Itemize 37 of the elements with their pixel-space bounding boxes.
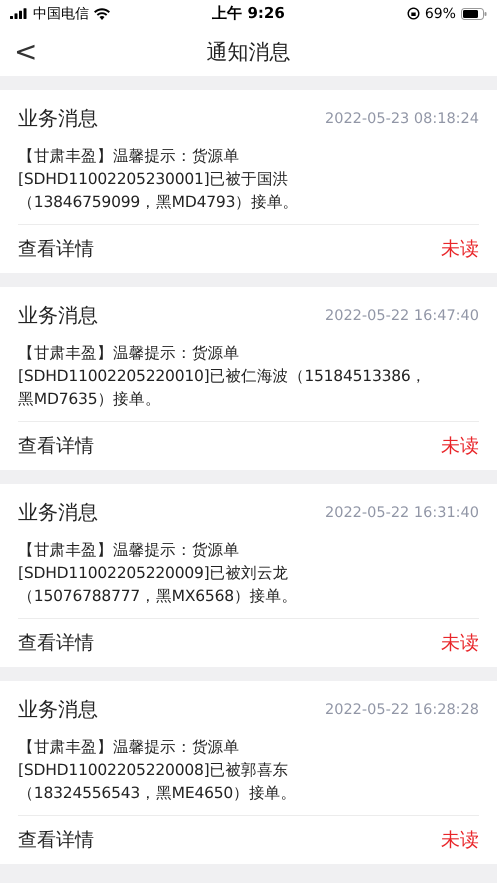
read-status: 未读 bbox=[441, 631, 479, 656]
message-category: 业务消息 bbox=[18, 105, 98, 132]
message-time: 2022-05-23 08:18:24 bbox=[325, 110, 479, 126]
message-time: 2022-05-22 16:47:40 bbox=[325, 308, 479, 324]
message-text: 【甘肃丰盈】温馨提示：货源单 bbox=[18, 737, 240, 758]
message-text: [SDHD11002205220010]已被仁海波（15184513386， bbox=[18, 366, 428, 387]
details-link[interactable]: 查看详情 bbox=[18, 630, 94, 656]
message-text: （13846759099，黑MD4793）接单。 bbox=[18, 192, 300, 213]
message-text: [SDHD11002205220008]已被郭喜东 bbox=[18, 760, 290, 781]
message-text: 【甘肃丰盈】温馨提示：货源单 bbox=[18, 343, 240, 364]
battery-icon bbox=[460, 8, 487, 20]
clock-time: 上午 9:26 bbox=[212, 4, 285, 23]
wifi-icon bbox=[94, 8, 110, 20]
carrier-name: 中国电信 bbox=[33, 4, 89, 22]
read-status: 未读 bbox=[441, 828, 479, 853]
page-title: 通知消息 bbox=[206, 38, 290, 66]
details-link[interactable]: 查看详情 bbox=[18, 236, 94, 262]
message-category: 业务消息 bbox=[18, 302, 98, 329]
signal-icon bbox=[10, 8, 28, 19]
details-link[interactable]: 查看详情 bbox=[18, 433, 94, 459]
battery-percent: 69% bbox=[424, 6, 456, 22]
message-text: 【甘肃丰盈】温馨提示：货源单 bbox=[18, 540, 240, 561]
read-status: 未读 bbox=[441, 434, 479, 459]
read-status: 未读 bbox=[441, 237, 479, 262]
message-text: （15076788777，黑MX6568）接单。 bbox=[18, 586, 298, 607]
message-category: 业务消息 bbox=[18, 499, 98, 526]
message-text: 黑MD7635）接单。 bbox=[18, 389, 162, 410]
details-link[interactable]: 查看详情 bbox=[18, 827, 94, 853]
message-text: 【甘肃丰盈】温馨提示：货源单 bbox=[18, 146, 240, 167]
message-text: [SDHD11002205220009]已被刘云龙 bbox=[18, 563, 290, 584]
rotation-lock-icon bbox=[406, 7, 420, 20]
back-button[interactable]: < bbox=[10, 35, 42, 68]
message-time: 2022-05-22 16:31:40 bbox=[325, 504, 479, 520]
message-time: 2022-05-22 16:28:28 bbox=[325, 702, 479, 718]
message-category: 业务消息 bbox=[18, 696, 98, 723]
message-text: [SDHD11002205230001]已被于国洪 bbox=[18, 169, 290, 190]
message-text: （18324556543，黑ME4650）接单。 bbox=[18, 783, 298, 804]
